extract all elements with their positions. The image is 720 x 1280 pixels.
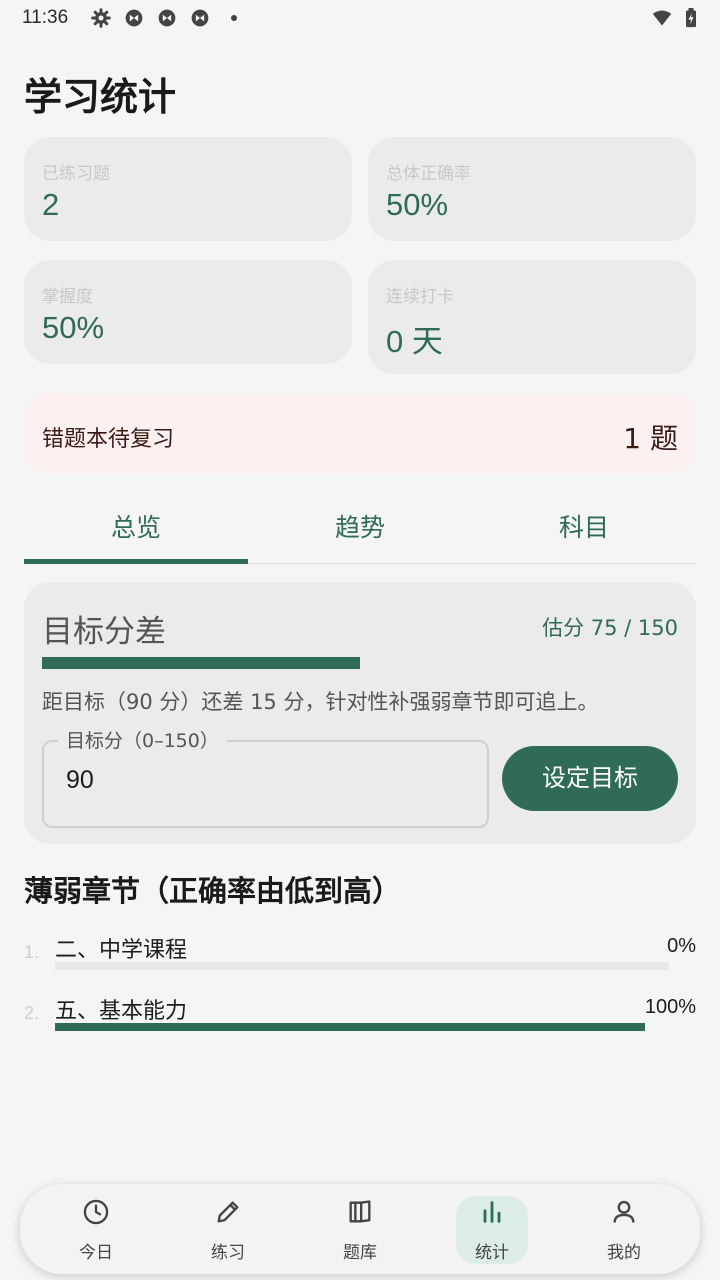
tab-label: 总览 xyxy=(110,513,161,542)
wrong-book-count: 1 题 xyxy=(623,422,678,455)
goal-description: 距目标（90 分）还差 15 分，针对性补强弱章节即可追上。 xyxy=(42,690,599,714)
stat-value: 0 天 xyxy=(386,324,443,359)
wrong-book-label: 错题本待复习 xyxy=(42,427,175,452)
chapter-name: 五、基本能力 xyxy=(55,999,188,1024)
tab-indicator xyxy=(24,559,248,564)
pencil-icon xyxy=(217,1201,239,1223)
nav-label: 今日 xyxy=(79,1243,113,1263)
goal-score-field[interactable]: 目标分（0–150） xyxy=(42,726,489,828)
wrong-book-card[interactable]: 错题本待复习 1 题 xyxy=(24,393,696,473)
nav-item-question-bank[interactable]: 题库 xyxy=(292,1184,428,1274)
goal-score-input[interactable] xyxy=(66,766,446,795)
nav-item-profile[interactable]: 我的 xyxy=(556,1184,692,1274)
bottom-nav: 今日 练习 题库 统计 我的 xyxy=(20,1184,700,1274)
chapter-name: 二、中学课程 xyxy=(55,938,188,963)
stat-label: 总体正确率 xyxy=(386,164,471,184)
set-goal-button[interactable]: 设定目标 xyxy=(502,746,678,811)
stat-card-streak: 连续打卡 0 天 xyxy=(368,260,696,374)
tab-overview[interactable]: 总览 xyxy=(24,492,248,564)
stat-label: 已练习题 xyxy=(42,164,110,184)
chapter-percent: 0% xyxy=(667,935,696,957)
stat-value: 50% xyxy=(42,310,105,345)
clock-icon xyxy=(83,1199,109,1225)
stat-label: 掌握度 xyxy=(42,287,93,307)
goal-progress-fill xyxy=(42,657,360,669)
book-icon xyxy=(349,1200,371,1223)
sync-icon xyxy=(191,9,209,27)
battery-icon xyxy=(686,8,696,28)
list-item[interactable]: 1. 二、中学课程 0% xyxy=(24,932,696,984)
nav-item-today[interactable]: 今日 xyxy=(28,1184,164,1274)
status-bar: 11:36 xyxy=(0,0,720,36)
goal-estimate: 估分 75 / 150 xyxy=(542,616,678,640)
weak-chapters-title: 薄弱章节（正确率由低到高） xyxy=(24,874,402,908)
chapter-progress-fill xyxy=(55,1023,645,1031)
wifi-icon xyxy=(652,10,672,26)
sync-icon xyxy=(158,9,176,27)
nav-label: 练习 xyxy=(211,1243,245,1263)
page-title: 学习统计 xyxy=(24,75,177,119)
stat-card-accuracy: 总体正确率 50% xyxy=(368,137,696,241)
list-index: 1. xyxy=(24,942,40,962)
settings-icon xyxy=(91,8,111,28)
person-icon xyxy=(613,1200,635,1223)
goal-progress-bar xyxy=(42,657,678,669)
stat-card-mastery: 掌握度 50% xyxy=(24,260,352,364)
stat-label: 连续打卡 xyxy=(386,287,454,307)
nav-item-practice[interactable]: 练习 xyxy=(160,1184,296,1274)
nav-label: 题库 xyxy=(343,1243,377,1263)
list-index: 2. xyxy=(24,1003,40,1023)
stat-value: 50% xyxy=(386,187,449,222)
tab-subject[interactable]: 科目 xyxy=(472,492,696,564)
status-time: 11:36 xyxy=(22,7,69,28)
chapter-progress-bar xyxy=(55,962,669,970)
goal-field-label: 目标分（0–150） xyxy=(58,726,227,753)
stat-value: 2 xyxy=(42,187,60,222)
nav-label: 统计 xyxy=(475,1243,509,1263)
chapter-percent: 100% xyxy=(644,996,696,1018)
tab-bar: 总览 趋势 科目 xyxy=(24,492,696,564)
bar-chart-icon xyxy=(483,1201,501,1223)
chapter-progress-bar xyxy=(55,1023,645,1031)
nav-label: 我的 xyxy=(607,1243,641,1263)
tab-label: 科目 xyxy=(558,513,609,542)
goal-card: 目标分差 估分 75 / 150 距目标（90 分）还差 15 分，针对性补强弱… xyxy=(24,582,696,844)
nav-item-stats[interactable]: 统计 xyxy=(424,1184,560,1274)
tab-trend[interactable]: 趋势 xyxy=(248,492,472,564)
tab-label: 趋势 xyxy=(334,513,385,542)
stat-card-practiced: 已练习题 2 xyxy=(24,137,352,241)
list-item[interactable]: 2. 五、基本能力 100% xyxy=(24,993,696,1045)
sync-icon xyxy=(125,9,143,27)
dot-icon xyxy=(231,15,237,21)
goal-title: 目标分差 xyxy=(42,614,166,650)
